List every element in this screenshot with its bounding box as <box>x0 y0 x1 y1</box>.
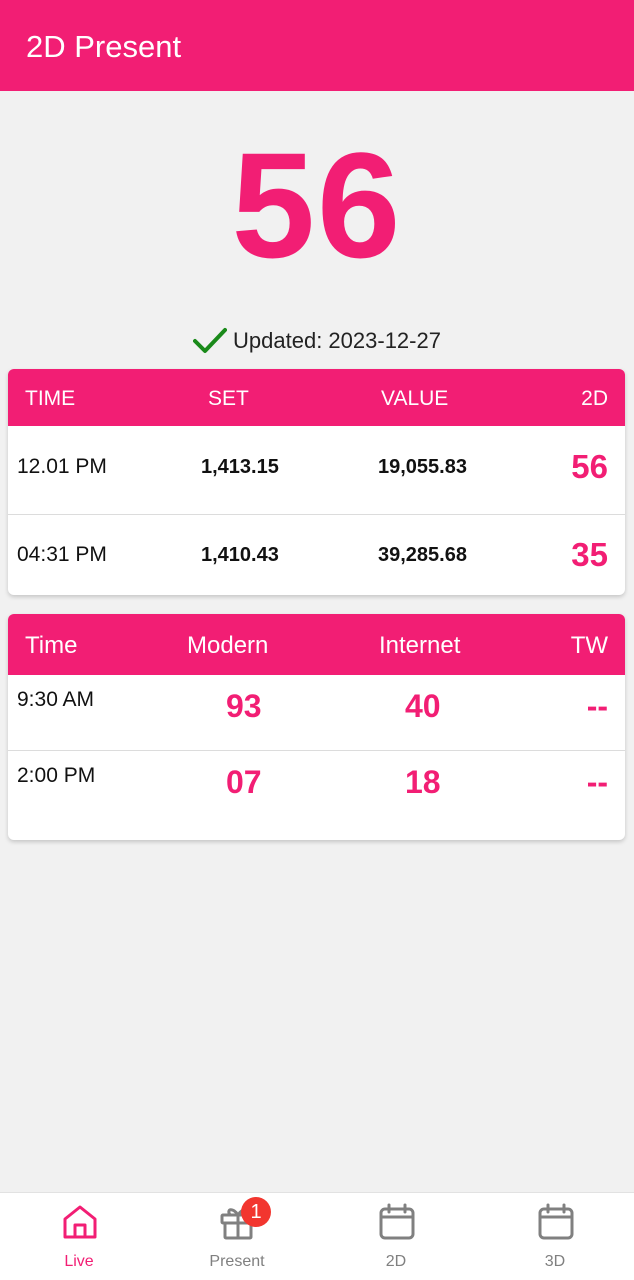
table-row: 04:31 PM 1,410.43 39,285.68 35 <box>8 515 625 595</box>
nav-label-2d: 2D <box>385 1253 407 1270</box>
nav-item-3d[interactable]: 3D <box>476 1193 634 1280</box>
row-value: 19,055.83 <box>378 456 467 478</box>
row-time: 12.01 PM <box>17 455 107 478</box>
results-table: TIME SET VALUE 2D 12.01 PM 1,413.15 19,0… <box>8 369 625 595</box>
table-row: 2:00 PM 07 18 -- <box>8 751 625 840</box>
row-internet: 40 <box>405 688 441 724</box>
row-2d: 56 <box>571 448 608 485</box>
row-time: 04:31 PM <box>17 543 107 566</box>
row-internet: 18 <box>405 764 441 800</box>
results-table-header: TIME SET VALUE 2D <box>8 369 625 426</box>
current-2d-number: 56 <box>231 121 403 289</box>
nav-item-present[interactable]: 1 Present <box>158 1193 316 1280</box>
modern-internet-header: Time Modern Internet TW <box>8 614 625 675</box>
notification-badge: 1 <box>241 1197 271 1227</box>
header-time: Time <box>25 632 78 659</box>
row-set: 1,410.43 <box>201 544 279 566</box>
row-time: 2:00 PM <box>17 764 96 787</box>
header-modern: Modern <box>187 632 269 659</box>
table-row: 12.01 PM 1,413.15 19,055.83 56 <box>8 426 625 515</box>
nav-item-live[interactable]: Live <box>0 1193 158 1280</box>
row-2d: 35 <box>571 536 608 573</box>
modern-internet-table: Time Modern Internet TW 9:30 AM 93 40 --… <box>8 614 625 840</box>
page-title: 2D Present <box>26 29 182 64</box>
row-time: 9:30 AM <box>17 688 95 711</box>
header-tw: TW <box>570 632 608 659</box>
home-icon <box>63 1205 97 1239</box>
nav-label-present: Present <box>209 1253 265 1270</box>
header-value: VALUE <box>381 387 449 410</box>
app-bar: 2D Present <box>0 0 634 91</box>
calendar-icon <box>538 1203 574 1240</box>
row-tw: -- <box>586 688 608 724</box>
row-tw: -- <box>586 764 608 800</box>
calendar-icon <box>379 1203 415 1240</box>
check-icon <box>193 328 228 353</box>
nav-item-2d[interactable]: 2D <box>317 1193 475 1280</box>
nav-label-3d: 3D <box>544 1253 566 1270</box>
row-modern: 07 <box>226 764 262 800</box>
bottom-navigation: Live 1 Present 2D 3D <box>0 1192 634 1280</box>
table-row: 9:30 AM 93 40 -- <box>8 675 625 751</box>
header-set: SET <box>208 387 249 410</box>
updated-status: Updated: 2023-12-27 <box>0 327 634 355</box>
row-modern: 93 <box>226 688 262 724</box>
row-set: 1,413.15 <box>201 456 279 478</box>
header-internet: Internet <box>379 632 461 659</box>
row-value: 39,285.68 <box>378 544 467 566</box>
header-2d: 2D <box>581 387 608 410</box>
header-time: TIME <box>25 387 76 410</box>
nav-label-live: Live <box>64 1253 94 1270</box>
updated-date-text: Updated: 2023-12-27 <box>233 328 441 353</box>
